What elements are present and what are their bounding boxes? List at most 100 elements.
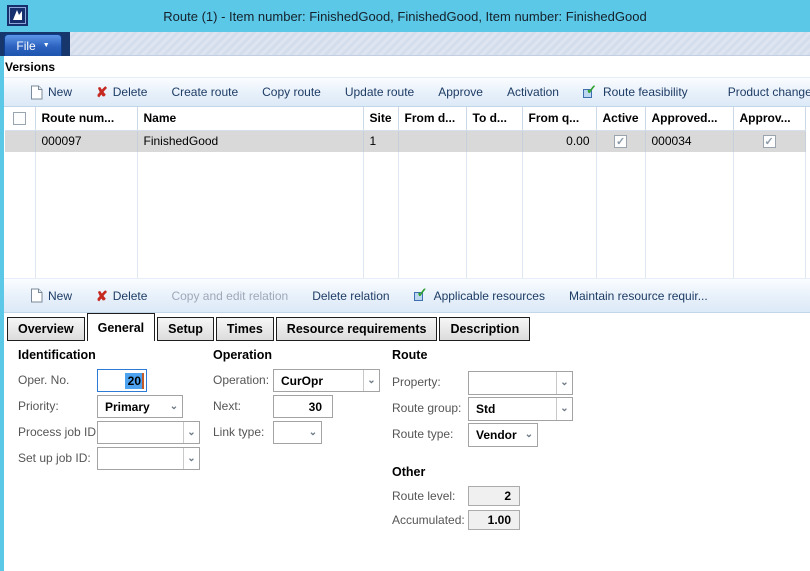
column-header-approved[interactable]: Approv... (733, 107, 805, 130)
approve-label: Approve (438, 85, 483, 99)
oper-no-field[interactable]: 20 (97, 369, 147, 392)
route-group-value: Std (469, 402, 556, 416)
new-page-icon (30, 288, 43, 303)
applicable-resources-label: Applicable resources (434, 289, 545, 303)
create-route-button[interactable]: Create route (171, 85, 238, 99)
priority-label: Priority: (18, 399, 59, 413)
file-menu-strip-left: File ▼ (0, 32, 70, 56)
next-label: Next: (213, 399, 241, 413)
chevron-down-icon[interactable]: ⌄ (556, 398, 572, 420)
column-header-to-date[interactable]: To d... (466, 107, 522, 130)
column-header-from-qty[interactable]: From q... (522, 107, 596, 130)
create-route-label: Create route (171, 85, 238, 99)
file-menu-button[interactable]: File ▼ (4, 34, 62, 56)
delete-relation-row-label: Delete (113, 289, 148, 303)
delete-relation-row-button[interactable]: ✘ Delete (96, 289, 147, 303)
column-header-from-date[interactable]: From d... (398, 107, 466, 130)
update-route-button[interactable]: Update route (345, 85, 414, 99)
accumulated-value: 1.00 (488, 513, 511, 527)
activation-label: Activation (507, 85, 559, 99)
accumulated-label: Accumulated: (392, 513, 465, 527)
priority-select[interactable]: Primary ⌄ (97, 395, 183, 418)
applicable-resources-icon: ✓ (414, 288, 429, 303)
other-heading: Other (392, 465, 425, 479)
tab-resource-requirements[interactable]: Resource requirements (276, 317, 438, 341)
property-label: Property: (392, 375, 441, 389)
setup-job-id-select[interactable]: ⌄ (97, 447, 200, 470)
chevron-down-icon[interactable]: ⌄ (183, 422, 199, 443)
new-button[interactable]: New (30, 85, 72, 100)
grid-empty-area (5, 152, 805, 278)
cell-site: 1 (363, 130, 398, 152)
operation-value: CurOpr (274, 374, 363, 388)
column-header-name[interactable]: Name (137, 107, 363, 130)
file-menu-strip-right (70, 32, 810, 56)
route-level-value: 2 (504, 489, 511, 503)
new-relation-button[interactable]: New (30, 288, 72, 303)
route-type-select[interactable]: Vendor ⌄ (468, 423, 538, 447)
route-type-label: Route type: (392, 427, 453, 441)
product-change-button[interactable]: Product change ▼ (728, 85, 810, 99)
column-header-site[interactable]: Site (363, 107, 398, 130)
operation-select[interactable]: CurOpr ⌄ (273, 369, 380, 392)
general-tab-form: Identification Oper. No. 20 Priority: Pr… (0, 341, 810, 571)
cell-name: FinishedGood (137, 130, 363, 152)
copy-route-label: Copy route (262, 85, 321, 99)
priority-value: Primary (98, 400, 166, 414)
versions-grid: Route num... Name Site From d... To d...… (5, 107, 805, 278)
applicable-resources-button[interactable]: ✓ Applicable resources (414, 288, 545, 303)
tab-overview[interactable]: Overview (7, 317, 85, 341)
operation-label: Operation: (213, 373, 269, 387)
setup-job-id-label: Set up job ID: (18, 451, 91, 465)
route-group-label: Route group: (392, 401, 461, 415)
chevron-down-icon[interactable]: ⌄ (183, 448, 199, 469)
delete-button[interactable]: ✘ Delete (96, 85, 147, 99)
oper-no-label: Oper. No. (18, 373, 69, 387)
route-feasibility-label: Route feasibility (603, 85, 688, 99)
select-all-checkbox[interactable] (13, 112, 26, 125)
link-type-label: Link type: (213, 425, 264, 439)
approved-checkbox[interactable] (763, 135, 776, 148)
tab-times[interactable]: Times (216, 317, 274, 341)
cell-from-date (398, 130, 466, 152)
chevron-down-icon[interactable]: ⌄ (166, 396, 182, 417)
cell-from-qty: 0.00 (522, 130, 596, 152)
copy-and-edit-relation-button[interactable]: Copy and edit relation (171, 289, 288, 303)
process-job-id-label: Process job ID: (18, 425, 99, 439)
process-job-id-select[interactable]: ⌄ (97, 421, 200, 444)
chevron-down-icon[interactable]: ⌄ (363, 370, 379, 391)
cell-to-date (466, 130, 522, 152)
window-left-border (0, 56, 4, 571)
approve-button[interactable]: Approve (438, 85, 483, 99)
new-relation-label: New (48, 289, 72, 303)
chevron-down-icon[interactable]: ⌄ (556, 372, 572, 394)
column-header-route-number[interactable]: Route num... (35, 107, 137, 130)
delete-relation-label: Delete relation (312, 289, 389, 303)
tab-setup[interactable]: Setup (157, 317, 214, 341)
maintain-resource-requirements-button[interactable]: Maintain resource requir... (569, 289, 708, 303)
cell-route-number: 000097 (35, 130, 137, 152)
chevron-down-icon[interactable]: ⌄ (521, 424, 537, 446)
row-select-cell (5, 130, 35, 152)
active-checkbox[interactable] (614, 135, 627, 148)
route-type-value: Vendor (469, 428, 521, 442)
activation-button[interactable]: Activation (507, 85, 559, 99)
column-header-active[interactable]: Active (596, 107, 645, 130)
next-field[interactable]: 30 (273, 395, 333, 418)
versions-toolbar: New ✘ Delete Create route Copy route Upd… (0, 77, 810, 107)
tab-description[interactable]: Description (439, 317, 530, 341)
column-header-approved-by[interactable]: Approved... (645, 107, 733, 130)
route-feasibility-button[interactable]: ✓ Route feasibility (583, 85, 688, 100)
delete-relation-button[interactable]: Delete relation (312, 289, 389, 303)
delete-x-icon: ✘ (96, 289, 108, 303)
accumulated-field: 1.00 (468, 510, 520, 530)
property-select[interactable]: ⌄ (468, 371, 573, 395)
tab-general[interactable]: General (87, 313, 156, 341)
titlebar: Route (1) - Item number: FinishedGood, F… (0, 0, 810, 32)
chevron-down-icon[interactable]: ⌄ (305, 422, 321, 443)
copy-route-button[interactable]: Copy route (262, 85, 321, 99)
oper-no-value: 20 (125, 373, 144, 389)
route-group-select[interactable]: Std ⌄ (468, 397, 573, 421)
table-row[interactable]: 000097 FinishedGood 1 0.00 000034 (5, 130, 805, 152)
link-type-select[interactable]: ⌄ (273, 421, 322, 444)
